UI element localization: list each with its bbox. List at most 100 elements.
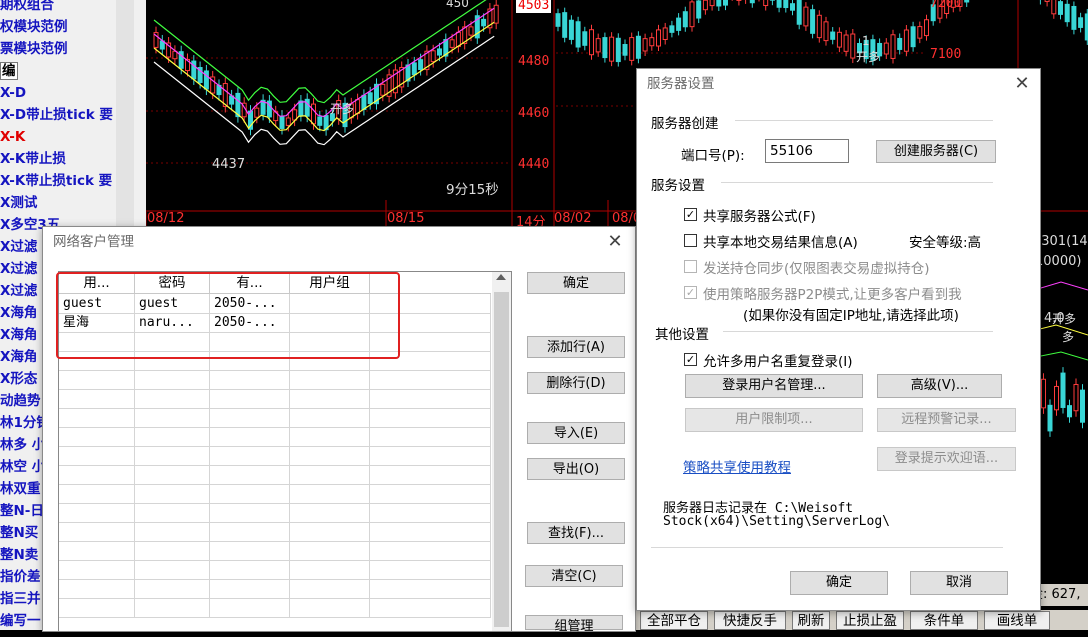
table-cell[interactable] (370, 579, 491, 598)
port-input[interactable] (765, 139, 849, 163)
table-cell[interactable] (59, 503, 135, 522)
table-cell[interactable] (370, 541, 491, 560)
clear-button[interactable]: 清空(C) (525, 565, 623, 587)
tree-item[interactable]: 指价差 (0, 566, 41, 588)
table-cell[interactable] (59, 427, 135, 446)
table-cell[interactable] (210, 427, 290, 446)
table-cell[interactable] (290, 598, 370, 617)
scroll-up-icon[interactable] (496, 274, 506, 280)
tree-item[interactable]: 编 (0, 60, 18, 82)
table-cell[interactable] (135, 560, 210, 579)
tree-item[interactable]: X海角 (0, 346, 37, 368)
share-formula-checkbox[interactable]: ✓ (684, 208, 697, 221)
tree-item[interactable]: X-D带止损tick 要 (0, 104, 113, 126)
create-server-button[interactable]: 创建服务器(C) (876, 140, 996, 163)
table-row[interactable] (59, 408, 491, 428)
tree-item[interactable]: X海角 (0, 324, 37, 346)
quick-reverse-button[interactable]: 快捷反手 (714, 611, 786, 630)
table-cell[interactable] (210, 560, 290, 579)
close-all-button[interactable]: 全部平仓 (640, 611, 708, 630)
conditional-order-button[interactable]: 条件单 (910, 611, 978, 630)
table-cell[interactable] (290, 465, 370, 484)
tree-item[interactable]: 动趋势 (0, 390, 41, 412)
tree-item[interactable]: 指三并 (0, 588, 41, 610)
table-cell[interactable] (135, 503, 210, 522)
tree-item[interactable]: X过滤 (0, 280, 37, 302)
table-cell[interactable] (210, 446, 290, 465)
table-cell[interactable] (370, 465, 491, 484)
table-cell[interactable] (135, 427, 210, 446)
tree-item[interactable]: 林双重 (0, 478, 41, 500)
login-user-management-button[interactable]: 登录用户名管理... (685, 374, 863, 398)
table-cell[interactable] (59, 541, 135, 560)
table-row[interactable] (59, 598, 491, 618)
ok-button[interactable]: 确定 (527, 272, 625, 294)
table-cell[interactable] (370, 484, 491, 503)
table-cell[interactable] (290, 560, 370, 579)
table-cell[interactable] (370, 522, 491, 541)
table-row[interactable] (59, 465, 491, 485)
tree-item[interactable]: X-D (0, 82, 26, 104)
user-limit-button[interactable]: 用户限制项... (685, 408, 863, 432)
table-cell[interactable] (59, 598, 135, 617)
table-row[interactable] (59, 522, 491, 542)
table-cell[interactable] (370, 503, 491, 522)
table-cell[interactable] (59, 408, 135, 427)
table-row[interactable] (59, 389, 491, 409)
table-cell[interactable] (210, 541, 290, 560)
table-cell[interactable] (135, 598, 210, 617)
close-icon[interactable]: ✕ (603, 230, 627, 254)
stop-loss-button[interactable]: 止损止盈 (836, 611, 904, 630)
table-cell[interactable] (59, 484, 135, 503)
table-cell[interactable] (59, 579, 135, 598)
table-cell[interactable] (135, 389, 210, 408)
tree-item[interactable]: X-K (0, 126, 25, 148)
table-cell[interactable] (210, 598, 290, 617)
tree-item[interactable]: X-K带止损 (0, 148, 66, 170)
table-cell[interactable] (290, 389, 370, 408)
table-row[interactable] (59, 446, 491, 466)
tree-item[interactable]: 期权组合 (0, 0, 54, 16)
table-cell[interactable] (290, 579, 370, 598)
remote-alert-log-button[interactable]: 远程预警记录... (877, 408, 1016, 432)
refresh-button[interactable]: 刷新 (792, 611, 830, 630)
table-cell[interactable] (135, 465, 210, 484)
tree-item[interactable]: 编写一 (0, 610, 41, 630)
table-cell[interactable] (135, 446, 210, 465)
table-cell[interactable] (59, 560, 135, 579)
table-cell[interactable] (210, 465, 290, 484)
table-cell[interactable] (290, 446, 370, 465)
table-cell[interactable] (290, 484, 370, 503)
table-row[interactable] (59, 541, 491, 561)
table-cell[interactable] (210, 370, 290, 389)
table-cell[interactable] (135, 484, 210, 503)
table-cell[interactable] (135, 541, 210, 560)
table-row[interactable] (59, 484, 491, 504)
table-cell[interactable] (135, 370, 210, 389)
line-order-button[interactable]: 画线单 (984, 611, 1050, 630)
table-cell[interactable] (370, 389, 491, 408)
tree-item[interactable]: X测试 (0, 192, 37, 214)
table-cell[interactable] (370, 446, 491, 465)
table-cell[interactable] (210, 579, 290, 598)
import-button[interactable]: 导入(E) (527, 422, 625, 444)
tree-item[interactable]: X形态 (0, 368, 37, 390)
tree-item[interactable]: 林多 小 (0, 434, 45, 456)
tree-item[interactable]: 权模块范例 (0, 16, 68, 38)
table-cell[interactable] (210, 408, 290, 427)
table-cell[interactable] (210, 389, 290, 408)
table-scrollbar[interactable] (492, 272, 511, 631)
table-cell[interactable] (135, 522, 210, 541)
delete-row-button[interactable]: 删除行(D) (527, 372, 625, 394)
multi-login-checkbox[interactable]: ✓ (684, 353, 697, 366)
tree-item[interactable]: X海角 (0, 302, 37, 324)
table-cell[interactable] (59, 446, 135, 465)
table-cell[interactable] (210, 484, 290, 503)
tree-item[interactable]: 林空 小 (0, 456, 45, 478)
table-row[interactable] (59, 579, 491, 599)
tree-item[interactable]: 整N-日 (0, 500, 44, 522)
tree-item[interactable]: 整N买 (0, 522, 38, 544)
table-cell[interactable] (370, 598, 491, 617)
close-icon[interactable]: ✕ (1010, 72, 1034, 96)
table-row[interactable] (59, 427, 491, 447)
